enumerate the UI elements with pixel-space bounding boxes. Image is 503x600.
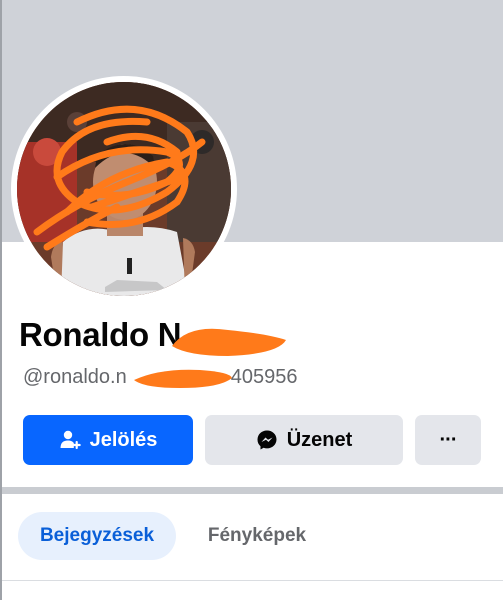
handle-prefix: @ronaldo.n	[23, 366, 127, 388]
tabs-bottom-divider	[2, 580, 503, 581]
messenger-icon	[256, 429, 278, 451]
more-options-button[interactable]: ···	[415, 415, 481, 465]
message-button[interactable]: Üzenet	[205, 415, 403, 465]
profile-name: Ronaldo N	[19, 316, 182, 353]
ellipsis-icon: ···	[439, 428, 458, 451]
handle-redaction	[134, 369, 232, 388]
tab-posts[interactable]: Bejegyzések	[18, 512, 176, 560]
message-label: Üzenet	[286, 428, 353, 451]
left-border	[0, 0, 2, 600]
section-divider	[2, 487, 503, 494]
tab-photos-label: Fényképek	[207, 525, 307, 546]
add-friend-label: Jelölés	[89, 428, 158, 451]
name-redaction	[172, 328, 286, 356]
person-plus-icon	[59, 429, 81, 451]
handle-suffix: 405956	[230, 366, 298, 388]
add-friend-button[interactable]: Jelölés	[23, 415, 193, 465]
avatar[interactable]	[17, 82, 231, 296]
tab-photos[interactable]: Fényképek	[188, 512, 326, 560]
tab-posts-label: Bejegyzések	[39, 525, 155, 546]
profile-name-row: Ronaldo N	[19, 316, 182, 356]
